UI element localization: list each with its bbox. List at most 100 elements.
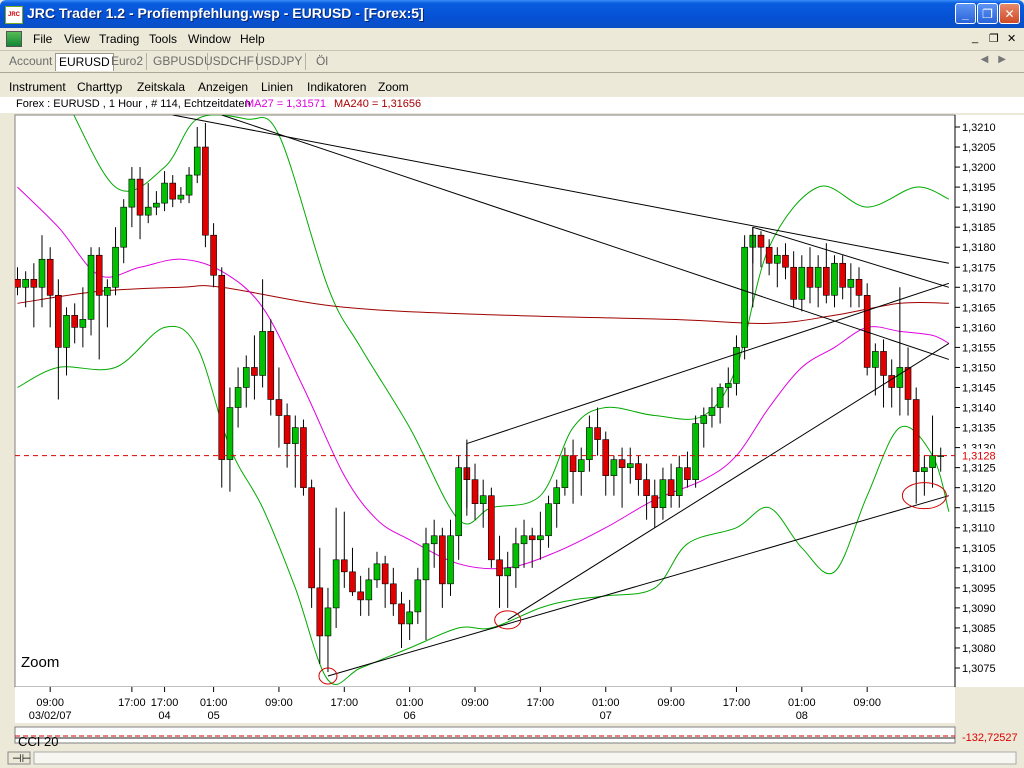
app-icon[interactable]: JRC bbox=[5, 6, 23, 24]
menu-tools[interactable]: Tools bbox=[149, 32, 177, 46]
candle-body bbox=[71, 315, 78, 328]
tab-oel[interactable]: Öl bbox=[313, 53, 331, 70]
price-tick-label: 1,3175 bbox=[962, 262, 996, 274]
chart-menu-linien[interactable]: Linien bbox=[261, 80, 293, 94]
minimize-button[interactable]: _ bbox=[955, 3, 976, 24]
chart-menu-bar: Instrument Charttyp Zeitskala Anzeigen L… bbox=[0, 77, 1024, 97]
price-tick-label: 1,3075 bbox=[962, 663, 996, 675]
chart-menu-zeitskala[interactable]: Zeitskala bbox=[137, 80, 185, 94]
close-button[interactable]: ✕ bbox=[999, 3, 1020, 24]
candle-body bbox=[291, 427, 299, 444]
time-tick-label: 17:00 bbox=[331, 697, 359, 709]
menu-view[interactable]: View bbox=[64, 32, 90, 46]
mdi-close-button[interactable]: ✕ bbox=[1007, 32, 1016, 45]
candle-body bbox=[144, 206, 152, 216]
candle-body bbox=[79, 319, 87, 328]
price-tick-label: 1,3160 bbox=[962, 322, 996, 334]
candle-body bbox=[95, 254, 103, 296]
price-chart[interactable]: 1,3210 1,3205 1,3200 1,3195 1,3190 1,3185 1,31… bbox=[0, 113, 1024, 768]
candle-body bbox=[765, 246, 773, 264]
candle-body bbox=[561, 455, 569, 488]
time-tick-label: 09:00 bbox=[36, 697, 64, 709]
scrollbar-track[interactable] bbox=[33, 751, 1017, 765]
tab-gbpusd[interactable]: GBPUSD bbox=[150, 53, 208, 70]
candle-body bbox=[774, 254, 781, 264]
menu-file[interactable]: File bbox=[33, 32, 52, 46]
chart-menu-zoom[interactable]: Zoom bbox=[378, 80, 409, 94]
tab-scroll-arrows-icon[interactable]: ◀▶ bbox=[981, 54, 1016, 65]
candle-body bbox=[193, 146, 201, 176]
time-tick-label: 09:00 bbox=[265, 697, 293, 709]
candle-body bbox=[357, 591, 364, 601]
chart-menu-charttyp[interactable]: Charttyp bbox=[77, 80, 122, 94]
mdi-minimize-button[interactable]: _ bbox=[972, 32, 978, 44]
candle-body bbox=[373, 563, 381, 581]
candle-body bbox=[349, 571, 356, 593]
candle-body bbox=[806, 266, 814, 288]
price-tick-label: 1,3125 bbox=[962, 463, 996, 475]
candle-body bbox=[300, 427, 307, 488]
candle-body bbox=[798, 266, 806, 300]
candle-body bbox=[724, 383, 732, 388]
price-tick-label: 1,3145 bbox=[962, 382, 996, 394]
tab-usdjpy[interactable]: USDJPY bbox=[252, 53, 307, 70]
price-tick-label: 1,3110 bbox=[962, 523, 995, 535]
candle-body bbox=[659, 479, 667, 509]
instrument-tab-bar: Account EURUSD Euro2 GBPUSD USDCHF USDJP… bbox=[0, 51, 1024, 73]
candle-body bbox=[87, 254, 95, 320]
menu-window[interactable]: Window bbox=[188, 32, 231, 46]
candle-body bbox=[855, 278, 863, 296]
candle-body bbox=[63, 315, 70, 348]
candle-body bbox=[618, 459, 626, 468]
price-tick-label: 1,3100 bbox=[962, 563, 996, 575]
tab-euro2[interactable]: Euro2 bbox=[108, 53, 148, 70]
tab-account[interactable]: Account bbox=[6, 53, 57, 70]
time-tick-label: 01:00 bbox=[592, 697, 620, 709]
candle-body bbox=[643, 479, 650, 496]
chart-menu-instrument[interactable]: Instrument bbox=[9, 80, 66, 94]
candle-body bbox=[390, 583, 397, 605]
time-tick-label: 01:00 bbox=[396, 697, 424, 709]
chart-menu-indikatoren[interactable]: Indikatoren bbox=[307, 80, 366, 94]
mdi-restore-button[interactable]: ❐ bbox=[989, 32, 999, 45]
candle-body bbox=[414, 579, 422, 613]
candle-body bbox=[602, 439, 610, 476]
candle-body bbox=[700, 415, 708, 424]
tab-eurusd[interactable]: EURUSD bbox=[55, 53, 114, 71]
date-tick-label: 07 bbox=[600, 710, 612, 722]
candle-body bbox=[267, 331, 275, 400]
candle-body bbox=[782, 254, 789, 268]
candle-body bbox=[921, 467, 928, 472]
time-tick-label: 01:00 bbox=[200, 697, 228, 709]
candle-body bbox=[136, 178, 144, 216]
cci-panel[interactable] bbox=[14, 726, 956, 744]
time-tick-label: 17:00 bbox=[118, 697, 146, 709]
price-tick-label: 1,3105 bbox=[962, 543, 996, 555]
candle-body bbox=[708, 407, 716, 416]
maximize-button[interactable]: ❐ bbox=[977, 3, 998, 24]
candle-body bbox=[439, 535, 446, 585]
date-tick-label: 04 bbox=[158, 710, 170, 722]
chart-menu-anzeigen[interactable]: Anzeigen bbox=[198, 80, 248, 94]
candle-body bbox=[275, 399, 283, 416]
candle-body bbox=[251, 367, 258, 376]
zoom-label[interactable]: Zoom bbox=[21, 654, 59, 671]
date-tick-label: 06 bbox=[404, 710, 416, 722]
menu-trading[interactable]: Trading bbox=[99, 32, 139, 46]
price-tick-label: 1,3200 bbox=[962, 162, 996, 174]
candle-body bbox=[406, 611, 413, 625]
candle-body bbox=[512, 543, 520, 569]
candle-body bbox=[651, 495, 659, 509]
candle-body bbox=[218, 274, 226, 460]
candle-body bbox=[594, 427, 601, 440]
candle-body bbox=[210, 234, 217, 276]
candle-body bbox=[185, 174, 193, 196]
candle-body bbox=[104, 286, 111, 296]
menu-help[interactable]: Help bbox=[240, 32, 265, 46]
candle-body bbox=[684, 467, 691, 480]
price-tick-label: 1,3120 bbox=[962, 483, 996, 495]
scrollbar-grip-icon[interactable]: ⊣⊢ bbox=[12, 752, 31, 765]
candle-body bbox=[912, 399, 920, 472]
tab-usdchf[interactable]: USDCHF bbox=[201, 53, 258, 70]
chart-window-icon[interactable] bbox=[6, 31, 22, 47]
